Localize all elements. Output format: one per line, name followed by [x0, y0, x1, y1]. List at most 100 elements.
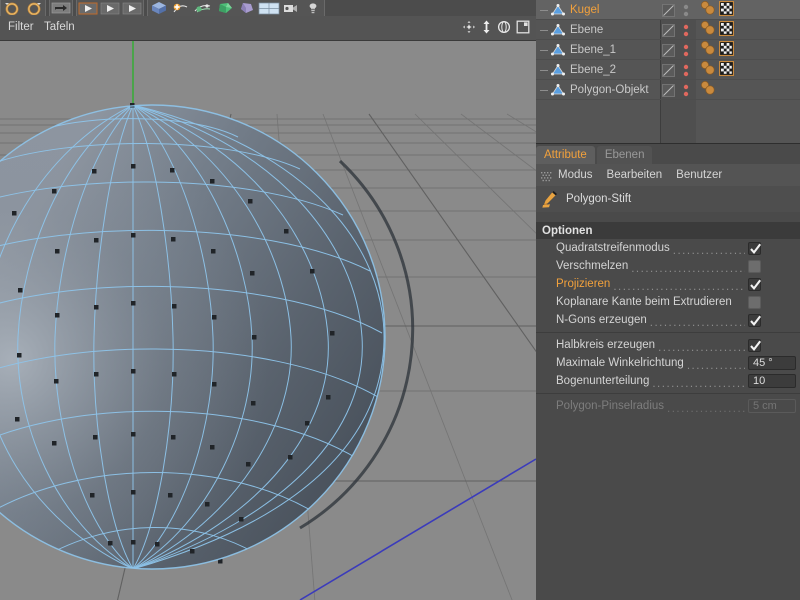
checkbox-halbkreis-erzeugen[interactable]: [748, 339, 761, 352]
light-icon[interactable]: [302, 1, 324, 15]
polygon-object-icon: [550, 3, 566, 17]
property-label: Bogenunterteilung: [556, 375, 649, 387]
spline-pen-icon[interactable]: [170, 1, 192, 15]
property-row-quadratstreifenmodus[interactable]: Quadratstreifenmodus ...................…: [536, 239, 800, 257]
checkbox-verschmelzen[interactable]: [748, 260, 761, 273]
table-row[interactable]: Polygon-Objekt: [536, 80, 800, 100]
play-third-icon[interactable]: [121, 1, 143, 15]
viewport-menu-tafeln[interactable]: Tafeln: [44, 21, 75, 33]
attr-menu-modus[interactable]: Modus: [558, 169, 593, 181]
cube-icon[interactable]: [148, 1, 170, 15]
viewport-menu-filter[interactable]: Filter: [8, 21, 34, 33]
property-label: Koplanare Kante beim Extrudieren: [556, 296, 732, 308]
polygon-object-icon: [550, 43, 566, 57]
checkbox-ngons-erzeugen[interactable]: [748, 314, 761, 327]
texture-tag-icon[interactable]: [719, 1, 734, 21]
maximize-view-icon[interactable]: [516, 20, 530, 34]
property-row-polygon-pinselradius: Polygon-Pinselradius ...................…: [536, 397, 800, 415]
material-tag-icon[interactable]: [699, 20, 717, 41]
input-maximale-winkelrichtung[interactable]: 45 °: [748, 356, 796, 370]
property-row-ngons-erzeugen[interactable]: N-Gons erzeugen ........................…: [536, 311, 800, 329]
property-row-projizieren[interactable]: Projizieren ............................…: [536, 275, 800, 293]
material-tag-icon[interactable]: [699, 60, 717, 81]
scene-icon[interactable]: [236, 1, 258, 15]
checkbox-koplanare-kante[interactable]: [748, 296, 761, 309]
enable-dots[interactable]: [682, 63, 690, 78]
grip-icon[interactable]: [541, 170, 552, 181]
polygon-object-icon: [550, 63, 566, 77]
properties-list: Quadratstreifenmodus ...................…: [536, 239, 800, 415]
viewport-3d[interactable]: [0, 41, 536, 600]
visibility-toggle[interactable]: [662, 24, 675, 37]
visibility-toggle[interactable]: [662, 64, 675, 77]
object-row-tags: [699, 62, 734, 79]
property-label: Quadratstreifenmodus: [556, 242, 670, 254]
zoom-view-icon[interactable]: [481, 20, 492, 34]
table-row[interactable]: Ebene: [536, 20, 800, 40]
main-toolbar: [0, 0, 536, 17]
dot-leader: [735, 300, 745, 311]
enable-dots[interactable]: [682, 23, 690, 38]
property-row-maximale-winkelrichtung[interactable]: Maximale Winkelrichtung ................…: [536, 354, 800, 372]
section-label: Optionen: [542, 225, 592, 237]
object-row-tags: [699, 22, 734, 39]
table-row[interactable]: Ebene_1: [536, 40, 800, 60]
material-tag-icon[interactable]: [699, 40, 717, 61]
tree-dash: [540, 50, 548, 51]
table-row[interactable]: Kugel: [536, 0, 800, 20]
object-manager: Kugel: [536, 0, 800, 144]
play-first-icon[interactable]: [77, 1, 99, 15]
arrow-right-icon[interactable]: [50, 1, 72, 15]
attr-menu-bearbeiten[interactable]: Bearbeiten: [607, 169, 663, 181]
deformer-icon[interactable]: [214, 1, 236, 15]
checkbox-projizieren[interactable]: [748, 278, 761, 291]
material-tag-icon[interactable]: [699, 0, 717, 21]
toolbar-group-transfer: [49, 0, 73, 16]
tree-dash: [540, 30, 548, 31]
attr-menu-benutzer[interactable]: Benutzer: [676, 169, 722, 181]
enable-dots[interactable]: [682, 43, 690, 58]
object-row-tree: Ebene_1: [540, 40, 660, 60]
material-tag-icon[interactable]: [699, 80, 717, 101]
texture-tag-icon[interactable]: [719, 41, 734, 61]
texture-tag-icon[interactable]: [719, 61, 734, 81]
panel-empty-area: [536, 440, 800, 600]
object-row-label: Ebene_2: [570, 64, 616, 76]
visibility-toggle[interactable]: [662, 44, 675, 57]
move-view-icon[interactable]: [462, 20, 476, 34]
object-row-label: Ebene: [570, 24, 603, 36]
undo-icon[interactable]: [1, 1, 23, 15]
window-grid-icon[interactable]: [258, 1, 280, 15]
property-label: Halbkreis erzeugen: [556, 339, 655, 351]
input-bogenunterteilung[interactable]: 10: [748, 374, 796, 388]
property-row-halbkreis-erzeugen[interactable]: Halbkreis erzeugen .....................…: [536, 336, 800, 354]
dot-leader: ........................................…: [650, 318, 745, 329]
property-row-verschmelzen[interactable]: Verschmelzen ...........................…: [536, 257, 800, 275]
nurbs-icon[interactable]: [192, 1, 214, 15]
visibility-toggle[interactable]: [662, 84, 675, 97]
dot-leader: ........................................…: [673, 246, 745, 257]
table-row[interactable]: Ebene_2: [536, 60, 800, 80]
texture-tag-icon[interactable]: [719, 21, 734, 41]
redo-icon[interactable]: [23, 1, 45, 15]
attribute-object-header: Polygon-Stift: [536, 186, 800, 212]
attribute-tab-bar: Attribute Ebenen: [536, 144, 800, 164]
tab-attribute[interactable]: Attribute: [536, 146, 595, 164]
enable-dots[interactable]: [682, 83, 690, 98]
property-row-koplanare-kante[interactable]: Koplanare Kante beim Extrudieren: [536, 293, 800, 311]
checkbox-quadratstreifenmodus[interactable]: [748, 242, 761, 255]
dot-leader: ........................................…: [652, 379, 745, 390]
tree-dash: [540, 90, 548, 91]
tab-ebenen[interactable]: Ebenen: [597, 146, 653, 164]
visibility-toggle[interactable]: [662, 4, 675, 17]
play-second-icon[interactable]: [99, 1, 121, 15]
property-row-bogenunterteilung[interactable]: Bogenunterteilung ......................…: [536, 372, 800, 390]
viewport-controls: [462, 20, 530, 34]
rotate-view-icon[interactable]: [497, 20, 511, 34]
camera-icon[interactable]: [280, 1, 302, 15]
application-window: Filter Tafeln: [0, 0, 800, 600]
dot-leader: ........................................…: [667, 404, 745, 415]
enable-dots[interactable]: [682, 3, 690, 18]
tree-dash: [540, 10, 548, 11]
object-row-label: Ebene_1: [570, 44, 616, 56]
